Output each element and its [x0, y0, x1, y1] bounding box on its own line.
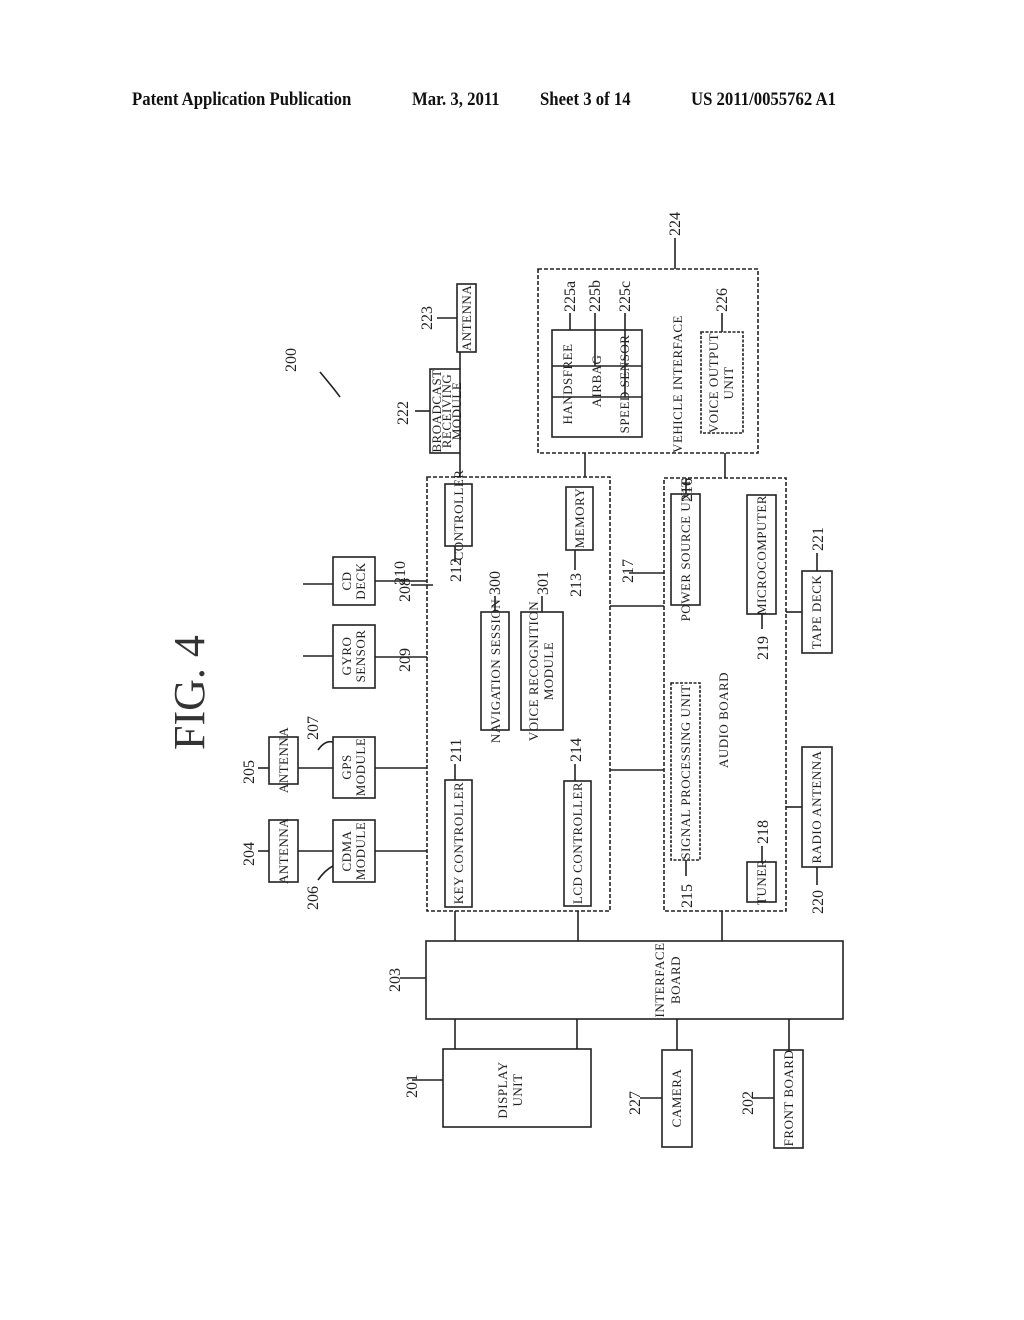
label-interface-board-2: BOARD — [668, 956, 683, 1004]
label-microcomputer: MICROCOMPUTER — [754, 495, 769, 615]
ref-225c: 225c — [617, 281, 634, 312]
label-gyro-2: SENSOR — [353, 630, 368, 683]
ref-220: 220 — [810, 890, 827, 914]
label-tuner: TUNER — [754, 859, 769, 905]
label-airbag: AIRBAG — [589, 355, 604, 408]
ref-211: 211 — [448, 739, 465, 762]
ref-203: 203 — [387, 968, 404, 992]
label-antenna-223: ANTENNA — [459, 285, 474, 351]
ref-201: 201 — [404, 1074, 421, 1098]
ref-212: 212 — [448, 558, 465, 582]
ref-222: 222 — [395, 401, 412, 425]
ref-207: 207 — [305, 716, 322, 740]
ref-218: 218 — [755, 820, 772, 844]
ref-301: 301 — [535, 571, 552, 595]
ref-224: 224 — [667, 212, 684, 236]
label-camera: CAMERA — [669, 1069, 684, 1128]
label-display-unit-1: DISPLAY — [495, 1061, 510, 1118]
ref-225b: 225b — [587, 280, 604, 312]
ref-221: 221 — [810, 527, 827, 551]
label-cd-deck-1: CD — [339, 571, 354, 590]
label-front-board: FRONT BOARD — [781, 1050, 796, 1147]
label-audio-board: AUDIO BOARD — [716, 672, 731, 768]
label-gps-1: GPS — [339, 754, 354, 779]
label-radio-antenna: RADIO ANTENNA — [809, 750, 824, 863]
ref-209: 209 — [397, 648, 414, 672]
label-navigation-session: NAVIGATION SESSION — [488, 599, 503, 743]
ref-214: 214 — [568, 738, 585, 762]
ref-200: 200 — [283, 348, 300, 372]
ref-219: 219 — [755, 636, 772, 660]
reference-arrow — [319, 371, 341, 398]
label-voice-output-1: VOICE OUTPUT — [706, 333, 721, 433]
label-cdma-2: MODULE — [353, 822, 368, 881]
ref-213: 213 — [568, 573, 585, 597]
label-gps-2: MODULE — [353, 738, 368, 797]
ref-225a: 225a — [562, 281, 579, 312]
label-voice-recognition-1: VOICE RECOGNITION — [526, 601, 541, 741]
label-power-source: POWER SOURCE UNIT — [678, 479, 693, 622]
ref-226: 226 — [714, 288, 731, 312]
label-antenna-204: ANTENNA — [276, 818, 291, 884]
label-lcd-controller: LCD CONTROLLER — [570, 782, 585, 904]
label-tape-deck: TAPE DECK — [809, 575, 824, 650]
label-interface-board-1: INTERFACE — [652, 942, 667, 1017]
label-key-controller: KEY CONTROLLER — [451, 782, 466, 904]
ref-227: 227 — [627, 1091, 644, 1115]
figure-title: FIG. 4 — [165, 635, 214, 750]
label-gyro-1: GYRO — [339, 637, 354, 676]
label-voice-recognition-2: MODULE — [541, 642, 556, 701]
ref-300: 300 — [487, 571, 504, 595]
label-antenna-205: ANTENNA — [276, 727, 291, 793]
ref-205: 205 — [241, 760, 258, 784]
label-handsfree: HANDSFREE — [560, 343, 575, 424]
ref-223: 223 — [419, 306, 436, 330]
ref-204: 204 — [241, 842, 258, 866]
ref-215: 215 — [679, 884, 696, 908]
label-signal-processing: SIGNAL PROCESSING UNIT — [678, 684, 693, 859]
label-broadcast-3: MODULE — [449, 382, 464, 441]
label-display-unit-2: UNIT — [510, 1073, 525, 1106]
ref-217: 217 — [620, 559, 637, 583]
label-memory: MEMORY — [572, 487, 587, 548]
label-cd-deck-2: DECK — [353, 562, 368, 600]
label-voice-output-2: UNIT — [721, 366, 736, 399]
label-cdma-1: CDMA — [339, 830, 354, 871]
block-diagram: FIG. 4 200 223 222 224 225a 225b 225c 22… — [165, 212, 844, 1149]
ref-210: 210 — [392, 561, 409, 585]
label-speed-sensor: SPEED SENSOR — [617, 335, 632, 434]
ref-202: 202 — [740, 1091, 757, 1115]
ref-206: 206 — [305, 886, 322, 910]
label-controller: CONTROLLER — [451, 470, 466, 561]
interface-board-box — [425, 940, 844, 1020]
label-vehicle-interface: VEHICLE INTERFACE — [670, 315, 685, 453]
